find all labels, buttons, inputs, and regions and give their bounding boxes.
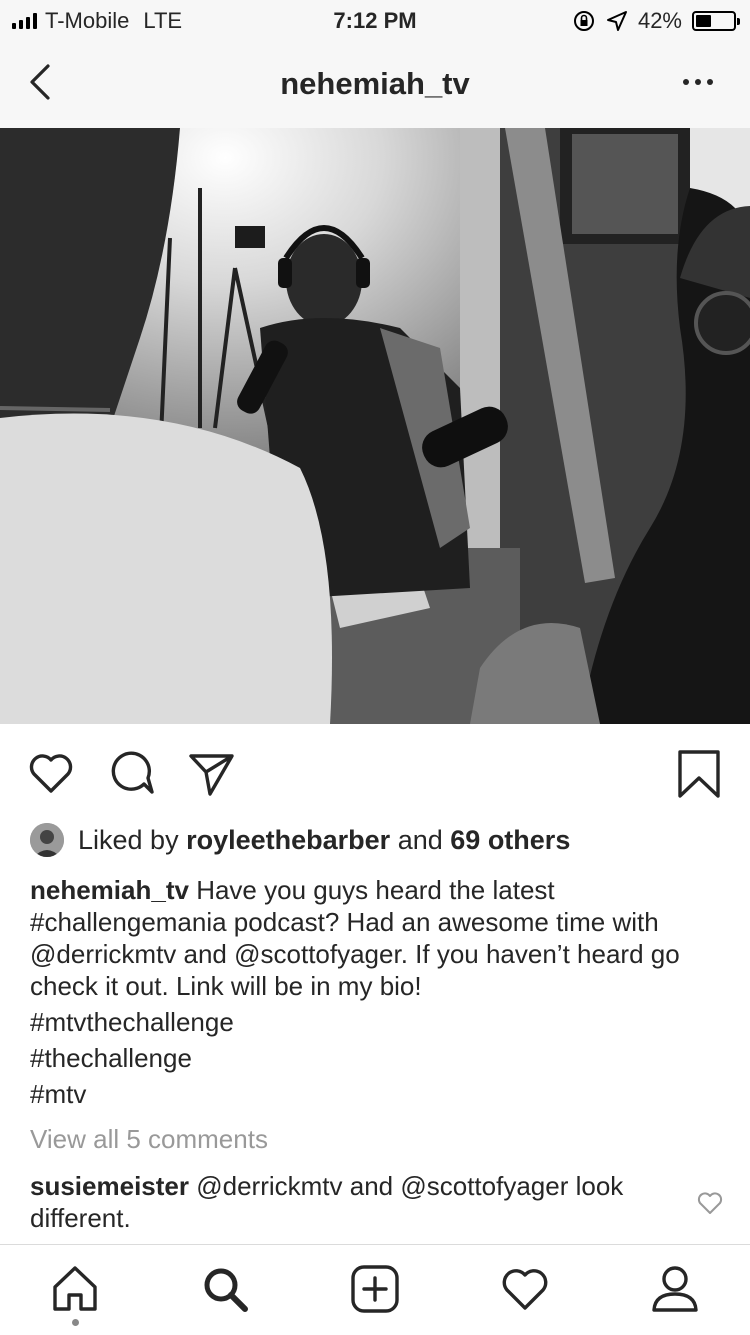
- nav-bar: nehemiah_tv: [0, 42, 750, 129]
- likes-others[interactable]: 69 others: [450, 825, 570, 855]
- caption-username[interactable]: nehemiah_tv: [30, 875, 189, 905]
- post-caption: nehemiah_tv Have you guys heard the late…: [30, 874, 720, 1110]
- caption-hashtag[interactable]: #thechallenge: [30, 1042, 720, 1074]
- search-icon[interactable]: [199, 1263, 251, 1315]
- heart-icon[interactable]: [26, 748, 76, 798]
- post-actions: [0, 742, 750, 802]
- active-tab-dot: [72, 1319, 79, 1326]
- page-title[interactable]: nehemiah_tv: [0, 66, 750, 102]
- rotation-lock-icon: [573, 11, 594, 31]
- likes-row[interactable]: Liked by royleethebarber and 69 others: [30, 818, 570, 862]
- battery-icon: [692, 11, 740, 31]
- battery-percent: 42%: [637, 8, 682, 33]
- bookmark-icon[interactable]: [674, 748, 724, 798]
- more-dots-icon[interactable]: [678, 70, 718, 94]
- new-post-icon[interactable]: [349, 1263, 401, 1315]
- liker-username[interactable]: royleethebarber: [186, 825, 390, 855]
- caption-hashtag[interactable]: #mtvthechallenge: [30, 1006, 720, 1038]
- battery-fill: [696, 15, 712, 27]
- location-arrow-icon: [606, 11, 627, 31]
- caption-hashtag[interactable]: #mtv: [30, 1078, 720, 1110]
- activity-heart-icon[interactable]: [499, 1263, 551, 1315]
- comment-heart-icon[interactable]: [696, 1190, 724, 1216]
- view-all-comments-link[interactable]: View all 5 comments: [30, 1124, 268, 1155]
- status-right: 42%: [572, 8, 740, 34]
- post-photo-art: [0, 128, 750, 724]
- status-bar: T-Mobile LTE 7:12 PM 42%: [0, 0, 750, 42]
- comment-item: susiemeister @derrickmtv and @scottofyag…: [30, 1170, 670, 1234]
- tab-bar: [0, 1244, 750, 1335]
- home-icon[interactable]: [49, 1263, 101, 1315]
- caption-body: nehemiah_tv Have you guys heard the late…: [30, 874, 720, 1002]
- likes-prefix: Liked by: [78, 824, 179, 855]
- comment-icon[interactable]: [106, 748, 156, 798]
- share-icon[interactable]: [186, 748, 236, 798]
- likes-middle: and: [397, 824, 443, 855]
- comment-username[interactable]: susiemeister: [30, 1171, 189, 1201]
- profile-icon[interactable]: [649, 1263, 701, 1315]
- likes-text: Liked by royleethebarber and 69 others: [78, 825, 570, 856]
- post-photo[interactable]: [0, 128, 750, 724]
- liker-avatar[interactable]: [30, 823, 64, 857]
